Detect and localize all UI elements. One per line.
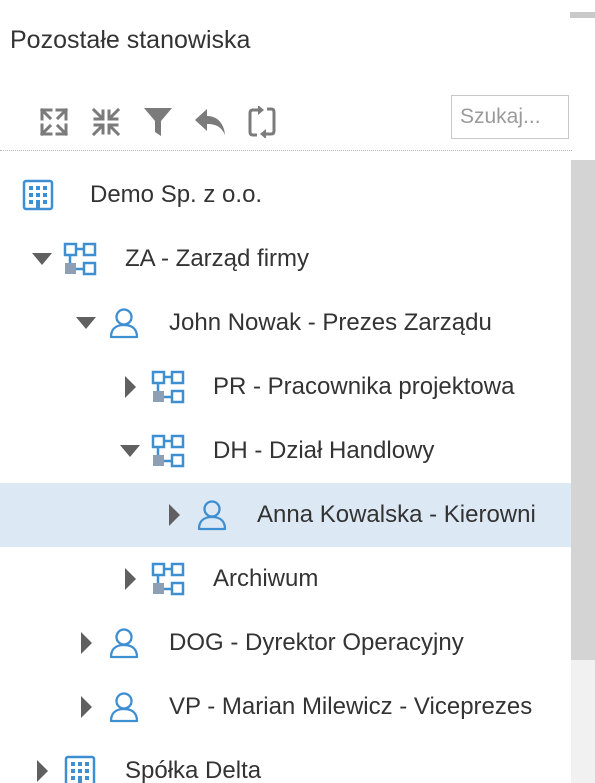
triangle-down-icon — [32, 253, 52, 265]
collapse-all-button[interactable] — [90, 102, 122, 142]
tree-row[interactable]: Spółka Delta — [0, 739, 571, 783]
org-tree: Demo Sp. z o.o. ZA - Zarząd firmy John N… — [0, 163, 571, 783]
tree-row[interactable]: Archiwum — [0, 547, 571, 611]
tree-node-label[interactable]: DOG - Dyrektor Operacyjny — [169, 628, 464, 658]
positions-panel: Pozostałe stanowiska Szukaj... Demo Sp. … — [0, 0, 595, 783]
tree-node-label[interactable]: Archiwum — [213, 564, 318, 594]
window-edge-bar — [570, 12, 595, 18]
triangle-right-icon — [37, 760, 48, 782]
person-icon — [106, 305, 142, 341]
person-icon — [194, 497, 230, 533]
org-unit-icon — [150, 561, 186, 597]
search-input[interactable] — [451, 95, 569, 139]
tree-node-label[interactable]: VP - Marian Milewicz - Viceprezes — [169, 692, 532, 722]
expand-node-toggle[interactable] — [30, 757, 54, 783]
collapse-node-toggle[interactable] — [118, 437, 142, 465]
tree-node-label[interactable]: DH - Dział Handlowy — [213, 436, 434, 466]
person-icon — [106, 689, 142, 725]
tree-node-label[interactable]: Demo Sp. z o.o. — [90, 180, 262, 210]
undo-icon — [195, 109, 225, 135]
collapse-node-toggle[interactable] — [30, 245, 54, 273]
filter-icon — [144, 108, 172, 136]
org-unit-icon — [150, 369, 186, 405]
building-icon — [20, 177, 56, 213]
undo-button[interactable] — [194, 102, 226, 142]
scrollbar-thumb[interactable] — [571, 160, 595, 660]
tree-row[interactable]: Demo Sp. z o.o. — [0, 163, 571, 227]
triangle-right-icon — [125, 376, 136, 398]
tree-node-label[interactable]: ZA - Zarząd firmy — [125, 244, 309, 274]
triangle-right-icon — [169, 504, 180, 526]
expand-node-toggle[interactable] — [74, 693, 98, 721]
tree-toolbar — [38, 98, 298, 146]
collapse-node-toggle[interactable] — [74, 309, 98, 337]
tree-row[interactable]: DH - Dział Handlowy — [0, 419, 571, 483]
expand-node-toggle[interactable] — [162, 501, 186, 529]
org-unit-icon — [150, 433, 186, 469]
tree-row[interactable]: PR - Pracownika projektowa — [0, 355, 571, 419]
expand-node-toggle[interactable] — [74, 629, 98, 657]
triangle-right-icon — [81, 696, 92, 718]
sync-icon — [248, 106, 276, 138]
collapse-all-icon — [91, 107, 121, 137]
expand-node-toggle[interactable] — [118, 565, 142, 593]
tree-row[interactable]: Anna Kowalska - Kierowni — [0, 483, 571, 547]
filter-button[interactable] — [142, 102, 174, 142]
org-unit-icon — [62, 241, 98, 277]
triangle-down-icon — [76, 317, 96, 329]
tree-node-label[interactable]: Anna Kowalska - Kierowni — [257, 500, 536, 530]
building-icon — [62, 753, 98, 783]
triangle-right-icon — [81, 632, 92, 654]
expand-node-toggle[interactable] — [118, 373, 142, 401]
tree-row[interactable]: VP - Marian Milewicz - Viceprezes — [0, 675, 571, 739]
tree-row[interactable]: John Nowak - Prezes Zarządu — [0, 291, 571, 355]
toolbar-divider — [0, 150, 572, 151]
tree-row[interactable]: DOG - Dyrektor Operacyjny — [0, 611, 571, 675]
tree-node-label[interactable]: John Nowak - Prezes Zarządu — [169, 308, 492, 338]
triangle-right-icon — [125, 568, 136, 590]
person-icon — [106, 625, 142, 661]
panel-title: Pozostałe stanowiska — [10, 26, 251, 54]
triangle-down-icon — [120, 445, 140, 457]
expand-all-button[interactable] — [38, 102, 70, 142]
tree-node-label[interactable]: Spółka Delta — [125, 756, 261, 783]
sync-button[interactable] — [246, 102, 278, 142]
tree-row[interactable]: ZA - Zarząd firmy — [0, 227, 571, 291]
tree-node-label[interactable]: PR - Pracownika projektowa — [213, 372, 514, 402]
expand-all-icon — [39, 107, 69, 137]
